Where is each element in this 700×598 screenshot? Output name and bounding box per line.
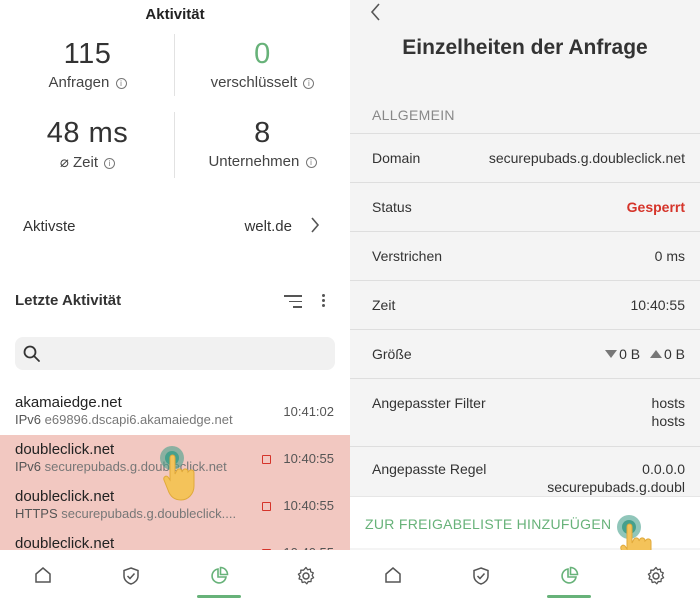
page-title: Einzelheiten der Anfrage	[402, 36, 648, 59]
add-to-allowlist-label: ZUR FREIGABELISTE HINZUFÜGEN	[365, 516, 612, 532]
tab-bar	[0, 550, 350, 598]
chevron-right-icon	[310, 216, 320, 239]
request-protocol: IPv6	[15, 412, 42, 427]
detail-value: 0 ms	[654, 248, 685, 264]
most-active-label: Aktivste	[23, 218, 76, 235]
stat-requests-value: 115	[63, 38, 112, 70]
activity-title: Aktivität	[145, 6, 205, 23]
search-input[interactable]	[15, 337, 335, 370]
request-host: akamaiedge.net	[15, 394, 122, 411]
divider	[174, 112, 175, 178]
tab-home[interactable]	[0, 550, 87, 598]
shield-check-icon	[123, 567, 139, 585]
stat-companies: 8 Unternehmen i	[175, 117, 350, 170]
back-chevron-icon[interactable]	[370, 2, 382, 28]
detail-value: securepubads.g.doubl	[547, 479, 685, 495]
info-icon[interactable]: i	[115, 78, 127, 89]
detail-label: Größe	[372, 346, 412, 362]
request-time: 10:40:55	[283, 451, 334, 466]
info-icon[interactable]: i	[303, 78, 315, 89]
request-detail: securepubads.g.doubleclick....	[61, 506, 237, 521]
most-active-value: welt.de	[244, 218, 292, 235]
tab-settings[interactable]	[612, 550, 699, 598]
request-protocol: HTTPS	[15, 506, 58, 521]
detail-value: securepubads.g.doubleclick.net	[488, 150, 685, 166]
stat-encrypted-value: 0	[254, 38, 271, 70]
tab-activity[interactable]	[175, 550, 262, 598]
detail-row-elapsed: Verstrichen 0 ms	[350, 231, 700, 280]
detail-label: Domain	[372, 150, 421, 166]
shield-check-icon	[473, 567, 489, 585]
sort-filter-icon[interactable]	[284, 295, 302, 309]
more-options-icon[interactable]	[320, 294, 326, 310]
stat-companies-label: Unternehmen	[208, 153, 300, 170]
detail-value: hosts	[651, 395, 685, 411]
tab-protection[interactable]	[87, 550, 174, 598]
blocked-marker-icon	[262, 455, 271, 464]
detail-value: 10:40:55	[630, 297, 686, 313]
gear-icon	[647, 566, 665, 585]
detail-value: hosts	[651, 413, 685, 429]
download-size: 0 B	[619, 346, 641, 362]
tab-settings[interactable]	[262, 550, 349, 598]
detail-row-rule: Angepasste Regel 0.0.0.0 securepubads.g.…	[350, 446, 700, 498]
detail-row-domain: Domain securepubads.g.doubleclick.net	[350, 133, 700, 182]
activity-chart-icon	[561, 566, 579, 584]
home-icon	[385, 567, 401, 583]
detail-value: 0.0.0.0	[642, 461, 685, 477]
tab-home[interactable]	[350, 550, 437, 598]
info-icon[interactable]: i	[104, 158, 116, 169]
request-time: 10:41:02	[283, 404, 334, 419]
stat-avg-time: 48 ms ⌀ Zeit i	[0, 117, 175, 171]
activity-panel: Aktivität 115 Anfragen i 0 verschlüsselt…	[0, 0, 350, 598]
download-arrow-icon	[605, 350, 618, 358]
recent-activity-title: Letzte Aktivität	[15, 292, 122, 309]
stat-encrypted-label: verschlüsselt	[210, 74, 298, 91]
request-host: doubleclick.net	[15, 488, 115, 505]
search-icon	[23, 345, 40, 362]
upload-size: 0 B	[663, 346, 685, 362]
tab-protection[interactable]	[437, 550, 524, 598]
tab-activity[interactable]	[525, 550, 612, 598]
detail-label: Angepasster Filter	[372, 395, 486, 411]
request-protocol: IPv6	[15, 459, 42, 474]
request-row[interactable]: akamaiedge.net IPv6 e69896.dscapi6.akama…	[0, 388, 350, 435]
detail-row-filter: Angepasster Filter hosts hosts	[350, 378, 700, 446]
detail-row-time: Zeit 10:40:55	[350, 280, 700, 329]
home-icon	[35, 567, 51, 583]
section-header-general: ALLGEMEIN	[372, 107, 455, 123]
stat-requests: 115 Anfragen i	[0, 38, 175, 91]
tap-hand-icon	[160, 446, 208, 504]
detail-row-status: Status Gesperrt	[350, 182, 700, 231]
detail-label: Zeit	[372, 297, 396, 313]
activity-chart-icon	[211, 566, 229, 584]
stat-companies-value: 8	[254, 117, 271, 149]
request-host: doubleclick.net	[15, 441, 115, 458]
detail-row-size: Größe 0 B 0 B	[350, 329, 700, 378]
stat-requests-label: Anfragen	[48, 74, 110, 91]
request-time: 10:40:55	[283, 498, 334, 513]
divider	[174, 34, 175, 96]
status-badge: Gesperrt	[626, 199, 685, 215]
stat-encrypted: 0 verschlüsselt i	[175, 38, 350, 91]
detail-label: Verstrichen	[372, 248, 443, 264]
detail-label: Status	[372, 199, 412, 215]
detail-label: Angepasste Regel	[372, 461, 487, 477]
most-active-row[interactable]: Aktivste welt.de	[0, 210, 350, 244]
upload-arrow-icon	[649, 350, 662, 358]
stat-avg-time-value: 48 ms	[46, 117, 129, 149]
request-details-panel: Einzelheiten der Anfrage ALLGEMEIN Domai…	[350, 0, 700, 598]
tab-bar	[350, 550, 700, 598]
info-icon[interactable]: i	[305, 157, 317, 168]
stat-avg-time-label: ⌀ Zeit	[59, 154, 99, 171]
gear-icon	[297, 566, 315, 585]
request-detail: e69896.dscapi6.akamaiedge.net	[44, 412, 233, 427]
blocked-marker-icon	[262, 502, 271, 511]
details-list: Domain securepubads.g.doubleclick.net St…	[350, 133, 700, 498]
